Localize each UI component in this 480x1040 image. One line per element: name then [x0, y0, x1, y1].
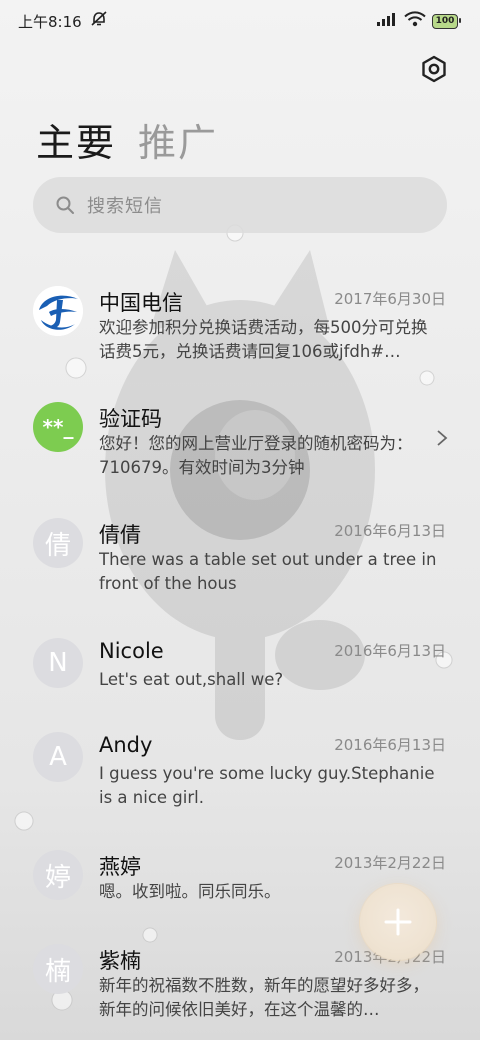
settings-hexagon-icon	[422, 55, 446, 83]
conversation-item[interactable]: 倩 倩倩 2016年6月13日 There was a table set ou…	[0, 502, 480, 612]
status-right: 100	[376, 11, 461, 31]
message-date: 2016年6月13日	[334, 736, 446, 754]
search-bar[interactable]: 搜索短信	[33, 177, 447, 233]
message-preview: I guess you're some lucky guy.Stephanie …	[99, 764, 435, 807]
mute-alarm-icon	[90, 11, 108, 31]
search-icon	[56, 196, 74, 214]
china-telecom-logo-icon	[33, 286, 83, 336]
message-date: 2016年6月13日	[334, 642, 446, 660]
message-tabs: 主要 推广	[36, 112, 218, 167]
status-left: 上午8:16	[18, 11, 108, 32]
message-date: 2017年6月30日	[334, 290, 446, 308]
contact-avatar: 楠	[33, 944, 83, 994]
contact-name: 中国电信	[99, 291, 183, 315]
clock: 上午8:16	[18, 12, 82, 31]
new-message-button[interactable]	[360, 884, 436, 960]
tab-primary[interactable]: 主要	[36, 112, 116, 167]
conversation-item[interactable]: **_ 验证码 您好！您的网上营业厅登录的随机密码为：710679。有效时间为3…	[0, 386, 480, 496]
contact-avatar: 倩	[33, 518, 83, 568]
message-date: 2013年2月22日	[334, 854, 446, 872]
tab-promotions[interactable]: 推广	[138, 112, 218, 167]
verification-code-avatar: **_	[33, 402, 83, 452]
status-bar: 上午8:16 100	[0, 0, 480, 42]
message-preview: There was a table set out under a tree i…	[99, 550, 437, 593]
conversation-item[interactable]: A Andy 2016年6月13日 I guess you're some lu…	[0, 716, 480, 826]
contact-avatar: N	[33, 638, 83, 688]
contact-avatar: 婷	[33, 850, 83, 900]
contact-name: 倩倩	[99, 523, 141, 547]
contact-name: 燕婷	[99, 855, 141, 879]
chevron-right-icon	[436, 428, 448, 453]
contact-avatar: A	[33, 732, 83, 782]
settings-button[interactable]	[418, 53, 450, 85]
battery-level: 100	[435, 16, 455, 26]
message-preview: 欢迎参加积分兑换话费活动，每500分可兑换话费5元，兑换话费请回复106或jfd…	[99, 318, 428, 361]
message-preview: 新年的祝福数不胜数，新年的愿望好多好多，新年的问候依旧美好，在这个温馨的…	[99, 976, 429, 1019]
contact-name: 紫楠	[99, 949, 141, 973]
signal-icon	[376, 12, 398, 30]
contact-name: Andy	[99, 733, 153, 757]
conversation-item[interactable]: 中国电信 2017年6月30日 欢迎参加积分兑换话费活动，每500分可兑换话费5…	[0, 270, 480, 380]
battery-icon: 100	[432, 13, 461, 29]
search-placeholder: 搜索短信	[87, 196, 163, 217]
message-date: 2016年6月13日	[334, 522, 446, 540]
message-preview: 您好！您的网上营业厅登录的随机密码为：710679。有效时间为3分钟	[99, 434, 413, 477]
wifi-icon	[404, 11, 426, 31]
contact-name: 验证码	[99, 407, 162, 431]
contact-name: Nicole	[99, 639, 164, 663]
message-preview: Let's eat out,shall we?	[99, 670, 284, 689]
plus-icon	[384, 908, 412, 936]
